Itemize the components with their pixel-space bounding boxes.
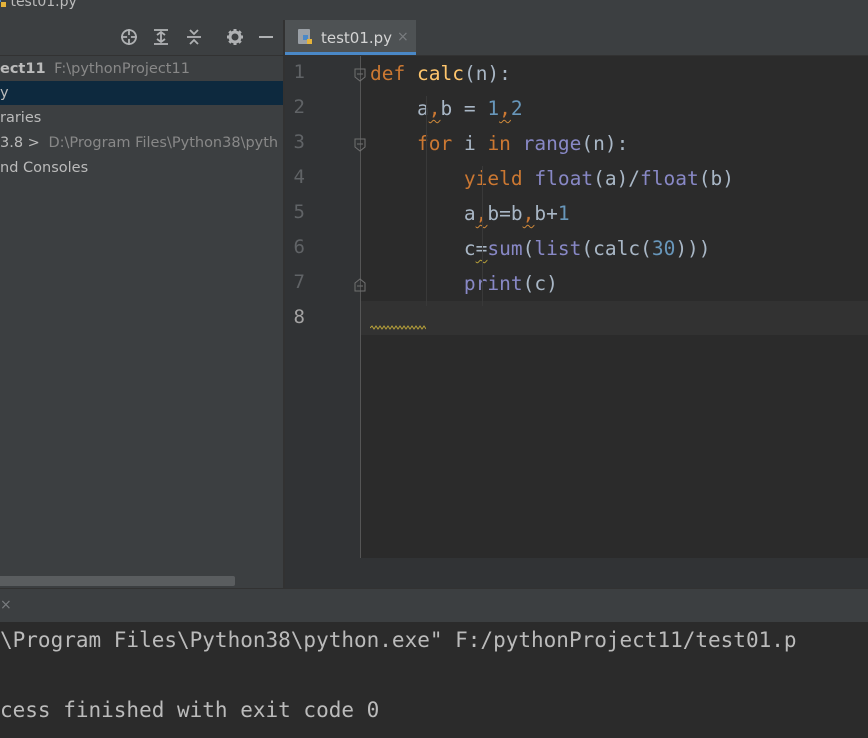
code-token: (	[522, 237, 535, 260]
code-token: (a)/	[593, 167, 641, 190]
current-line-highlight	[361, 301, 868, 335]
tree-item-label: y	[0, 85, 9, 101]
file-title-text: test01.py	[10, 0, 77, 10]
code-line: for i in range(n):	[370, 131, 628, 157]
code-line: a,b = 1,2	[370, 96, 523, 122]
code-token: (calc(	[581, 237, 652, 260]
code-token: ,	[522, 202, 535, 225]
code-token: b+	[534, 202, 558, 225]
project-root-path: F:\pythonProject11	[54, 61, 190, 77]
python-sdk-path: D:\Program Files\Python38\pyth	[48, 135, 279, 151]
code-token: range	[522, 132, 582, 155]
code-token: b =	[440, 97, 488, 120]
locate-icon[interactable]	[118, 26, 140, 48]
tree-item-external-libraries[interactable]: raries	[0, 106, 283, 130]
horizontal-scrollbar[interactable]	[0, 576, 235, 586]
minimize-icon[interactable]	[255, 26, 277, 48]
code-token: (n):	[463, 62, 511, 85]
code-token: ,	[428, 97, 441, 120]
file-title: test01.py	[0, 0, 77, 10]
tree-item-label: raries	[0, 110, 42, 126]
code-token: float	[534, 167, 594, 190]
code-line: c=sum(list(calc(30)))	[370, 236, 711, 262]
fold-collapse-icon[interactable]	[353, 68, 367, 82]
code-token: a	[370, 97, 429, 120]
code-token: yield	[463, 167, 523, 190]
project-toolbar	[0, 20, 283, 56]
code-token: sum	[487, 237, 523, 260]
code-token: float	[640, 167, 699, 190]
editor-bottom-area	[285, 558, 868, 588]
code-token: def	[370, 62, 406, 85]
line-number: 6	[293, 236, 305, 258]
code-token: calc	[416, 62, 464, 85]
indent-guide	[426, 96, 427, 306]
gear-icon[interactable]	[224, 26, 246, 48]
run-panel-header: ×	[0, 588, 868, 623]
code-token: 1	[487, 97, 500, 120]
code-token: )))	[675, 237, 711, 260]
code-token: ,	[499, 97, 511, 120]
tree-item-label: nd Consoles	[0, 160, 89, 176]
code-token: list	[534, 237, 582, 260]
tab-close-icon[interactable]: ×	[397, 29, 409, 45]
collapse-all-icon[interactable]	[183, 26, 205, 48]
tab-label: test01.py	[321, 29, 393, 47]
code-token: (c)	[522, 272, 558, 295]
python-file-icon	[298, 29, 312, 44]
code-token: for	[416, 132, 453, 155]
line-number: 1	[293, 61, 305, 83]
fold-collapse-icon[interactable]	[353, 138, 367, 152]
tree-item-label: 3.8 >	[0, 135, 40, 151]
code-token: c	[370, 237, 476, 260]
gutter-divider	[360, 56, 361, 558]
output-line-command: \Program Files\Python38\python.exe" F:/p…	[0, 628, 797, 652]
project-root-name: ect11	[0, 61, 46, 77]
code-token: a	[370, 202, 476, 225]
code-token: b=b	[487, 202, 523, 225]
line-number: 4	[293, 166, 305, 188]
warning-squiggle	[370, 325, 426, 330]
python-file-icon	[0, 0, 6, 7]
fold-end-icon[interactable]	[353, 278, 367, 292]
code-token: i	[452, 132, 488, 155]
tab-test01-py[interactable]: test01.py ×	[285, 20, 416, 55]
editor-tab-bar: test01.py ×	[285, 20, 868, 56]
tree-item-selected[interactable]: y	[0, 81, 283, 105]
run-close-icon[interactable]: ×	[0, 597, 12, 613]
line-number: 2	[293, 96, 305, 118]
code-line: print(c)	[370, 271, 558, 297]
code-token: (n):	[581, 132, 629, 155]
code-token: 30	[651, 237, 676, 260]
code-token: 1	[557, 202, 570, 225]
output-line-exit: cess finished with exit code 0	[0, 698, 380, 722]
code-line: yield float(a)/float(b)	[370, 166, 734, 192]
expand-all-icon[interactable]	[150, 26, 172, 48]
line-number: 5	[293, 201, 305, 223]
tree-item-scratches-consoles[interactable]: nd Consoles	[0, 156, 283, 180]
code-token: 2	[510, 97, 523, 120]
code-line: a,b=b,b+1	[370, 201, 570, 227]
code-token: print	[463, 272, 523, 295]
code-token: (b)	[698, 167, 734, 190]
line-number: 7	[293, 271, 305, 293]
code-line: def calc(n):	[370, 61, 511, 87]
window-title-strip: test01.py	[0, 0, 868, 20]
indent-guide	[482, 166, 483, 306]
line-number: 8	[293, 306, 305, 328]
project-panel: ect11 F:\pythonProject11 y raries 3.8 > …	[0, 20, 283, 588]
code-editor[interactable]: def calc(n): a,b = 1,2 for i in range(n)…	[285, 56, 868, 558]
line-number: 3	[293, 131, 305, 153]
tree-item-project-root[interactable]: ect11 F:\pythonProject11	[0, 57, 283, 81]
run-output-console[interactable]: \Program Files\Python38\python.exe" F:/p…	[0, 622, 868, 738]
tree-item-python-sdk[interactable]: 3.8 > D:\Program Files\Python38\pyth	[0, 131, 283, 155]
code-token: in	[487, 132, 511, 155]
